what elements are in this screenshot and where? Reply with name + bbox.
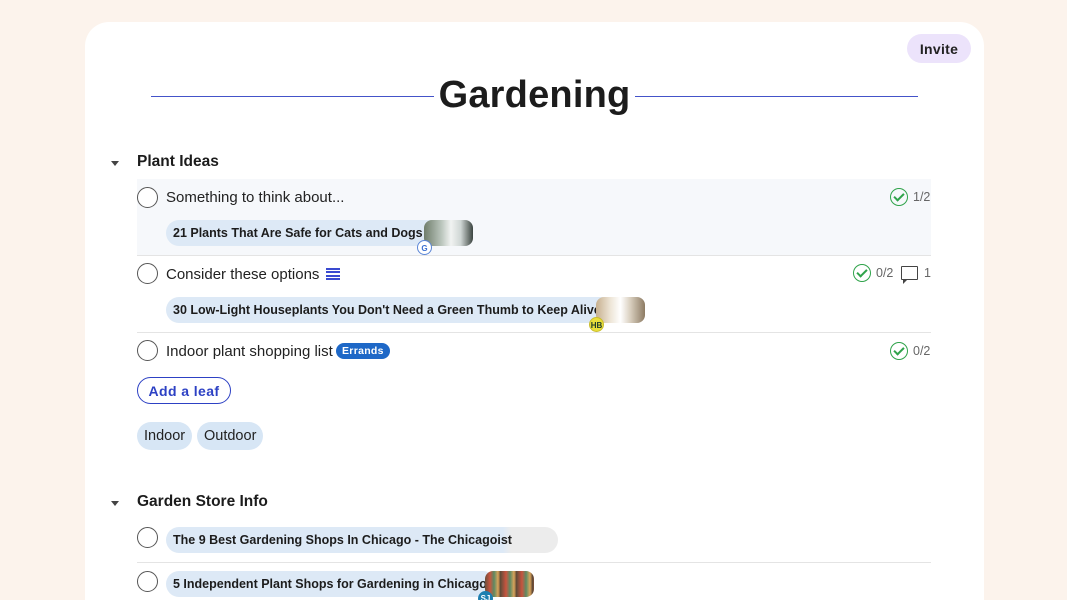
- comment-icon: [901, 266, 918, 284]
- item-title[interactable]: Indoor plant shopping list: [166, 343, 333, 360]
- sj-favicon-icon: SJ: [478, 591, 493, 600]
- list-item[interactable]: The 9 Best Gardening Shops In Chicago - …: [137, 519, 931, 563]
- collapse-caret-icon[interactable]: [111, 161, 119, 166]
- section-title[interactable]: Garden Store Info: [137, 493, 268, 511]
- list-item[interactable]: 5 Independent Plant Shops for Gardening …: [137, 563, 931, 600]
- board-card: Invite Gardening Plant Ideas Something t…: [85, 22, 984, 600]
- link-preview[interactable]: The 9 Best Gardening Shops In Chicago - …: [166, 527, 558, 553]
- list-item[interactable]: Indoor plant shopping list Errands 0/2: [137, 333, 931, 367]
- checkbox[interactable]: [137, 340, 158, 361]
- section-header-garden-store-info: Garden Store Info: [111, 490, 268, 514]
- invite-button[interactable]: Invite: [907, 34, 971, 63]
- link-thumbnail: [596, 297, 645, 323]
- title-row: Gardening: [151, 70, 918, 120]
- title-rule-right: [635, 96, 918, 97]
- link-preview[interactable]: 5 Independent Plant Shops for Gardening …: [166, 571, 496, 597]
- comment-number: 1: [924, 266, 931, 280]
- tag-outdoor[interactable]: Outdoor: [197, 422, 264, 450]
- add-leaf-button[interactable]: Add a leaf: [137, 377, 231, 404]
- link-title: The 9 Best Gardening Shops In Chicago - …: [173, 533, 512, 547]
- link-title: 5 Independent Plant Shops for Gardening …: [173, 577, 487, 591]
- link-preview[interactable]: 30 Low-Light Houseplants You Don't Need …: [166, 297, 614, 323]
- item-title[interactable]: Consider these options: [166, 266, 319, 283]
- google-icon: G: [417, 240, 432, 255]
- checkbox[interactable]: [137, 187, 158, 208]
- subtask-progress[interactable]: 0/2: [890, 342, 930, 360]
- tag-indoor[interactable]: Indoor: [137, 422, 193, 450]
- check-circle-icon: [853, 264, 871, 282]
- comment-count[interactable]: 1: [891, 266, 931, 284]
- hb-favicon-icon: HB: [589, 317, 604, 332]
- section-header-plant-ideas: Plant Ideas: [111, 150, 219, 174]
- progress-count: 1/2: [913, 190, 931, 204]
- progress-count: 0/2: [913, 344, 931, 358]
- item-title[interactable]: Something to think about...: [166, 189, 344, 206]
- section-title[interactable]: Plant Ideas: [137, 153, 219, 171]
- list-item[interactable]: Consider these options 0/2 1 30 Low-Ligh…: [137, 256, 931, 333]
- checkbox[interactable]: [137, 571, 158, 592]
- checkbox[interactable]: [137, 263, 158, 284]
- check-circle-icon: [890, 188, 908, 206]
- check-circle-icon: [890, 342, 908, 360]
- list-item[interactable]: Something to think about... 1/2 21 Plant…: [137, 179, 931, 256]
- notes-icon[interactable]: [326, 268, 340, 280]
- errands-badge[interactable]: Errands: [336, 343, 390, 359]
- link-title: 21 Plants That Are Safe for Cats and Dog…: [173, 226, 423, 240]
- link-preview[interactable]: 21 Plants That Are Safe for Cats and Dog…: [166, 220, 442, 246]
- subtask-progress[interactable]: 0/2: [853, 264, 893, 282]
- collapse-caret-icon[interactable]: [111, 501, 119, 506]
- subtask-progress[interactable]: 1/2: [890, 188, 930, 206]
- link-thumbnail: [424, 220, 473, 246]
- link-title: 30 Low-Light Houseplants You Don't Need …: [173, 303, 601, 317]
- checkbox[interactable]: [137, 527, 158, 548]
- link-thumbnail: [485, 571, 534, 597]
